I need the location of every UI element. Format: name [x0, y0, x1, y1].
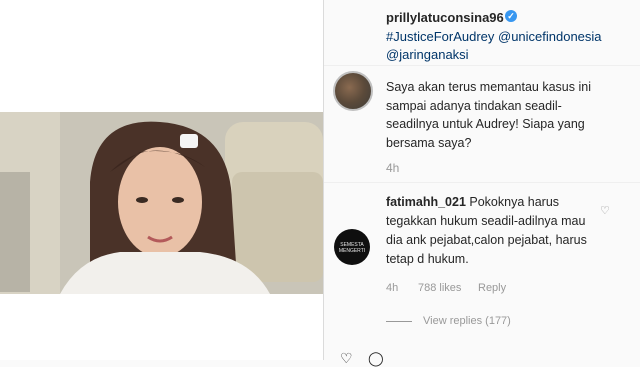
- comments-pane: [324, 0, 640, 360]
- verified-badge-icon: ✓: [505, 10, 517, 22]
- post-caption: Saya akan terus memantau kasus ini sampa…: [386, 80, 591, 150]
- reply-button[interactable]: Reply: [478, 282, 506, 294]
- comment-likes[interactable]: 788 likes: [418, 282, 461, 294]
- comment-icon[interactable]: ◯: [368, 350, 384, 367]
- caption-avatar[interactable]: [333, 71, 373, 111]
- post-tags-line-2[interactable]: @jaringanaksi: [386, 47, 469, 62]
- photo-image: [0, 112, 323, 294]
- post-tags-line-1[interactable]: #JusticeForAudrey @unicefindonesia: [386, 29, 602, 44]
- comment-timestamp[interactable]: 4h: [386, 282, 398, 294]
- commenter-avatar-text: SEMESTA MENGERTI: [338, 242, 366, 254]
- caption-timestamp[interactable]: 4h: [386, 161, 399, 175]
- commenter-avatar[interactable]: SEMESTA MENGERTI: [334, 229, 370, 265]
- post-photo[interactable]: [0, 112, 323, 294]
- comment-username[interactable]: fatimahh_021: [386, 195, 466, 209]
- like-icon[interactable]: ♡: [340, 350, 353, 367]
- heart-outline-icon[interactable]: ♡: [600, 204, 610, 217]
- caption-separator: [324, 182, 640, 183]
- post-username[interactable]: prillylatuconsina96: [386, 10, 504, 25]
- comment-body: fatimahh_021 Pokoknya harus tegakkan huk…: [386, 193, 604, 269]
- view-replies-line: [386, 321, 412, 322]
- view-replies-button[interactable]: View replies (177): [423, 315, 511, 327]
- header-separator: [324, 65, 640, 66]
- photo-pane: [0, 0, 323, 360]
